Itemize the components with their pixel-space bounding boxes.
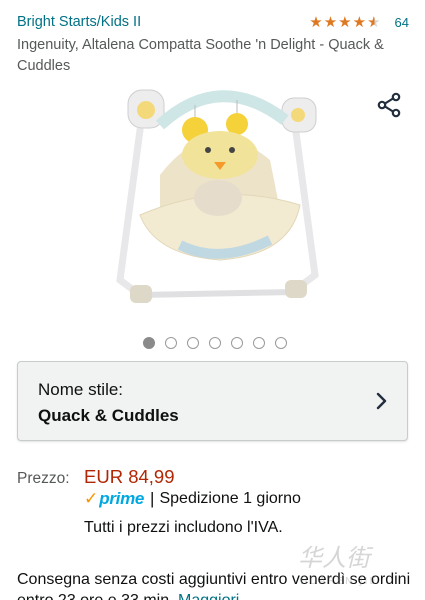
product-title: Ingenuity, Altalena Compatta Soothe 'n D…	[17, 37, 384, 74]
separator: |	[150, 489, 155, 508]
carousel-dot[interactable]	[230, 337, 243, 349]
share-button[interactable]	[374, 90, 404, 120]
prime-shipping-row: ✓ prime | Spedizione 1 giorno	[84, 488, 301, 510]
vat-note: Tutti i prezzi includono l'IVA.	[84, 519, 283, 536]
star-icon: ★	[352, 13, 367, 31]
baby-swing-image	[116, 89, 319, 303]
prime-check-icon: ✓	[84, 489, 99, 508]
brand-row: Bright Starts/Kids II ★ ★ ★ ★ ★ 64	[17, 12, 409, 32]
star-icon: ★	[338, 13, 352, 31]
brand-link[interactable]: Bright Starts/Kids II	[17, 14, 309, 30]
style-value: Quack & Cuddles	[38, 406, 179, 425]
carousel-dot[interactable]	[142, 337, 155, 349]
more-link[interactable]: Maggiori	[178, 592, 239, 600]
product-image[interactable]	[100, 80, 330, 320]
carousel-dot[interactable]	[186, 337, 199, 349]
prime-logo: ✓ prime	[84, 489, 144, 509]
carousel-dot[interactable]	[252, 337, 265, 349]
svg-text:华人街: 华人街	[298, 544, 374, 572]
star-icon: ★	[309, 13, 323, 31]
svg-text:HUAREN JIE: HUAREN JIE	[300, 576, 378, 587]
carousel-dot[interactable]	[164, 337, 177, 349]
price-label: Prezzo:	[17, 470, 70, 487]
carousel-dot[interactable]	[274, 337, 287, 349]
carousel-dot[interactable]	[208, 337, 221, 349]
watermark-logo: 华人街 HUAREN JIE	[298, 544, 378, 587]
shipping-speed: Spedizione 1 giorno	[159, 490, 301, 507]
image-carousel-dots	[0, 337, 425, 349]
prime-label: prime	[99, 489, 145, 508]
style-selector[interactable]: Nome stile: Quack & Cuddles	[17, 361, 408, 441]
rating-stars[interactable]: ★ ★ ★ ★ ★	[309, 15, 380, 30]
price-row: Prezzo: EUR 84,99	[17, 466, 175, 488]
chevron-right-icon	[376, 392, 387, 410]
price-value: EUR 84,99	[84, 466, 175, 487]
star-icon: ★	[323, 13, 338, 31]
rating-count[interactable]: 64	[395, 15, 409, 30]
star-half-icon: ★	[367, 13, 381, 31]
share-icon	[377, 92, 401, 118]
style-label: Nome stile:	[38, 380, 124, 399]
